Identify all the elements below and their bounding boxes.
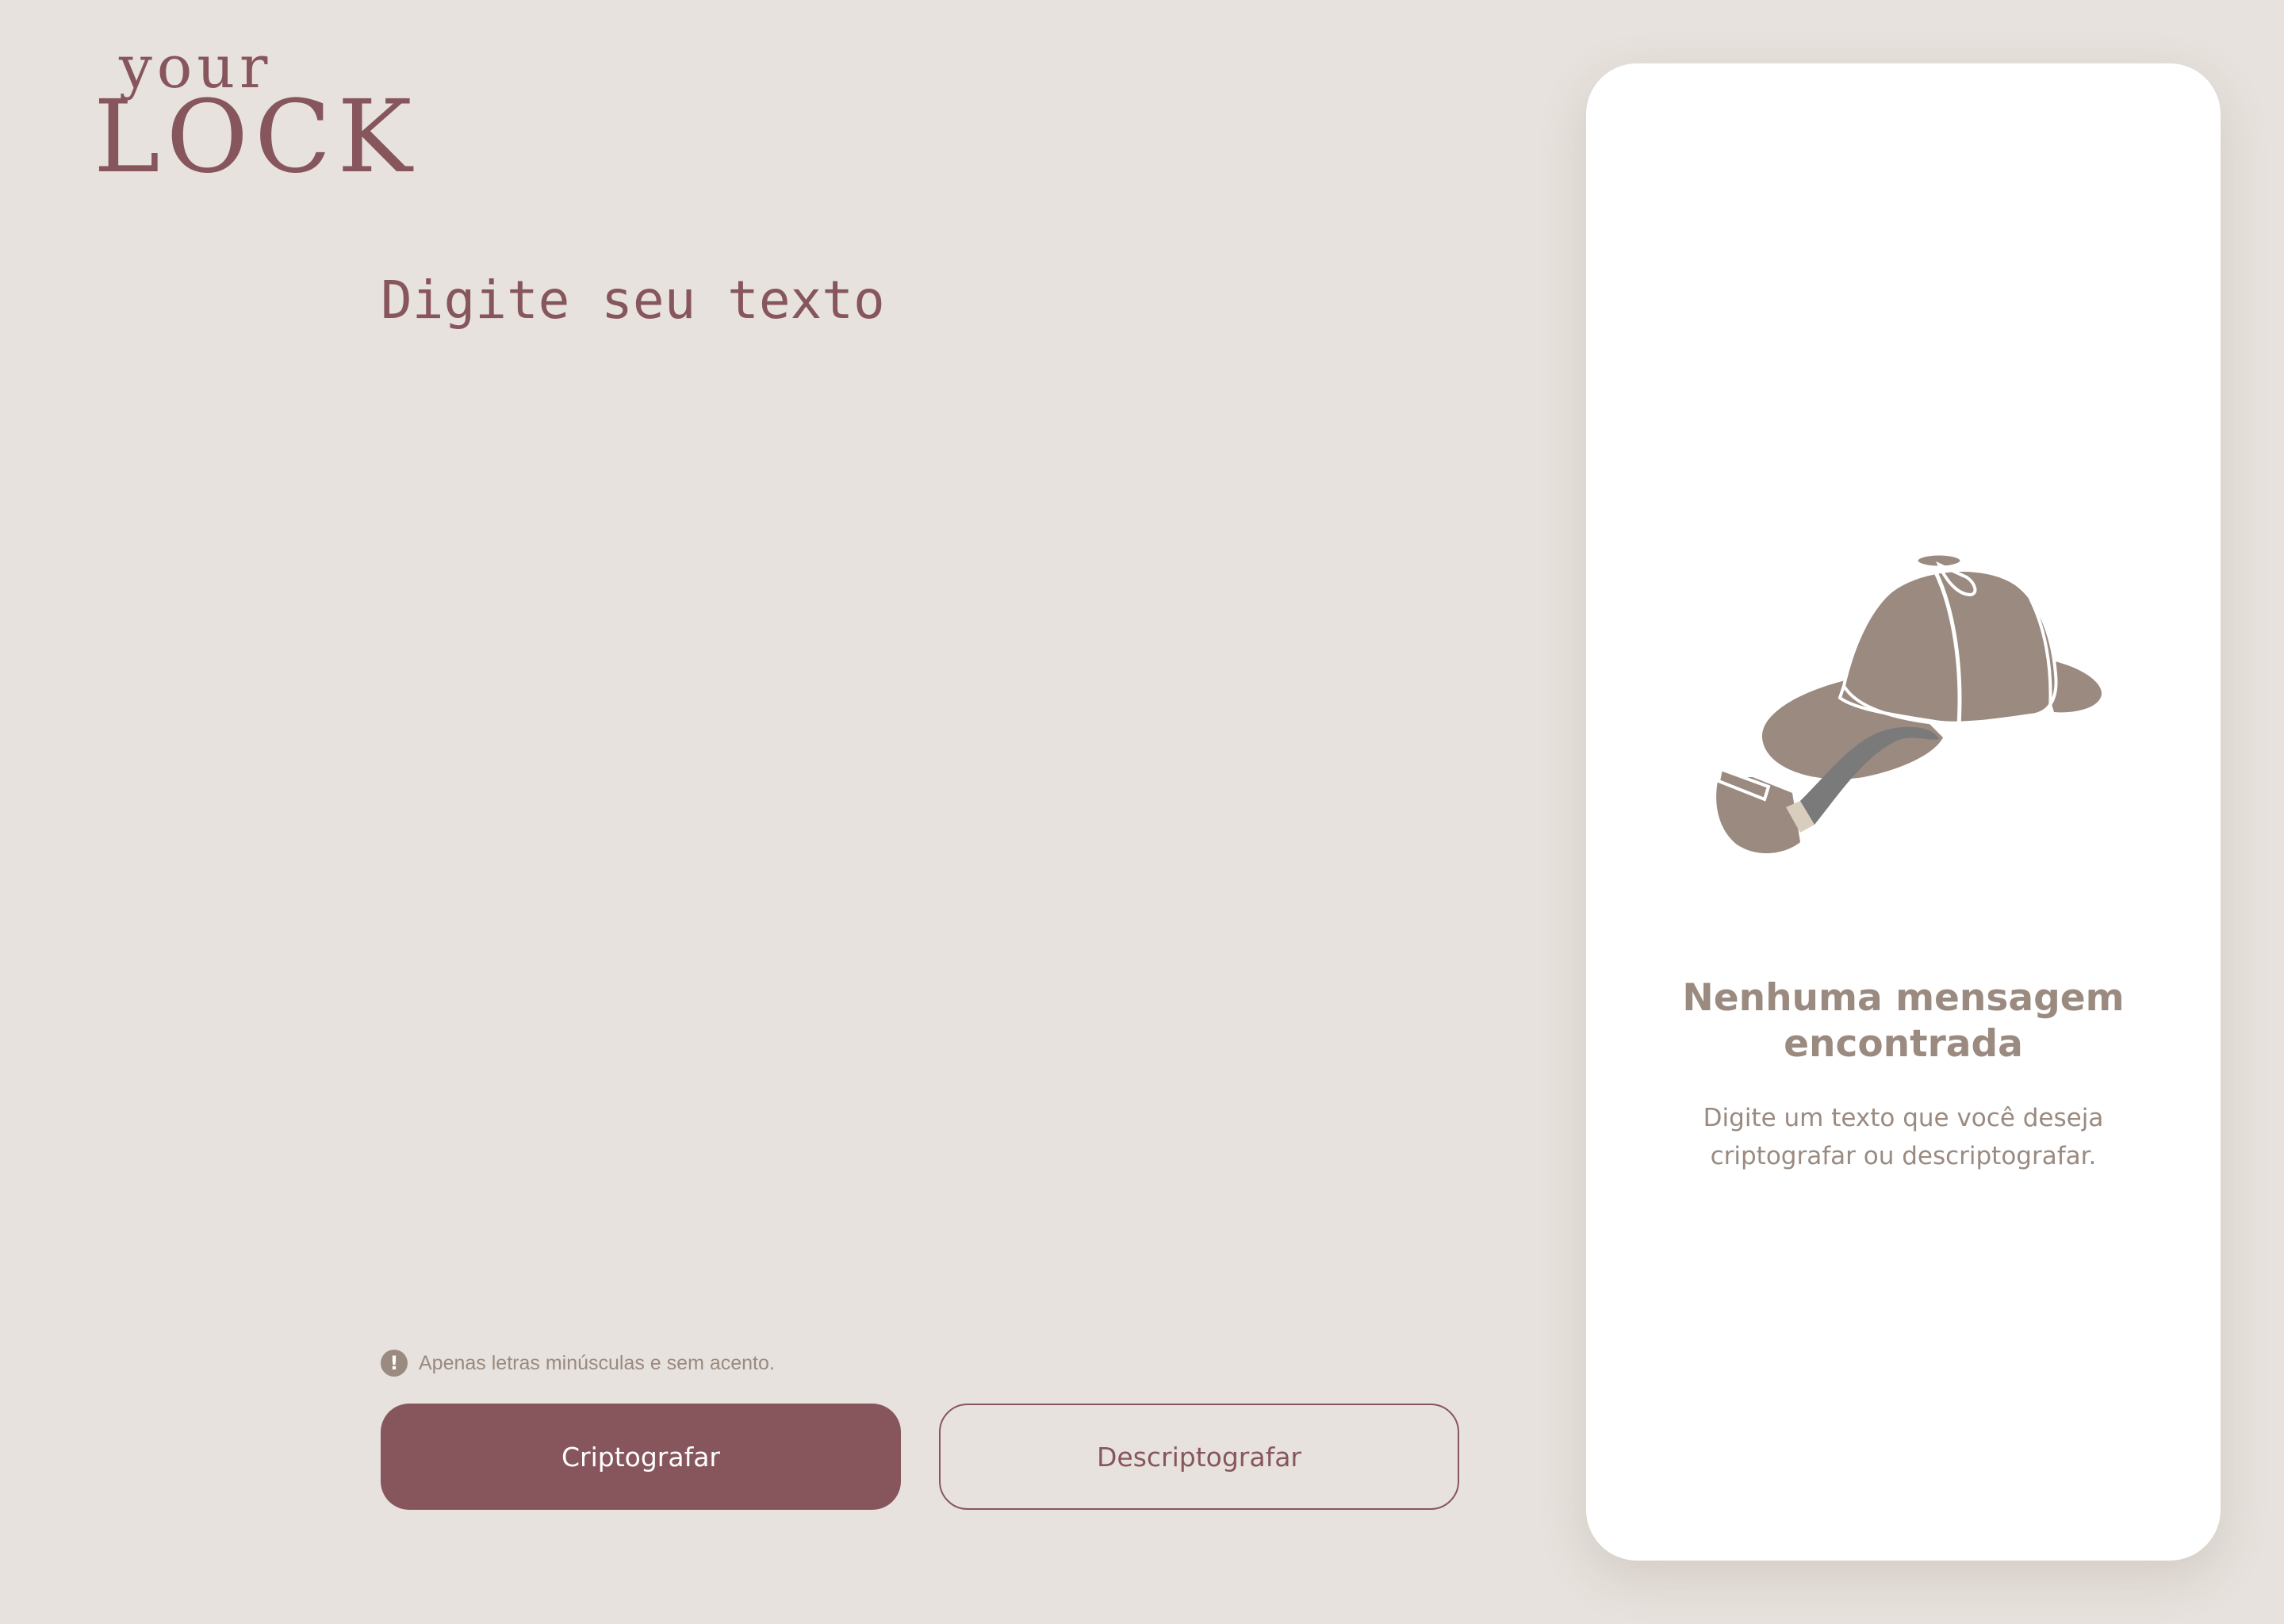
logo-lock-text: LOCK (94, 79, 419, 195)
exclamation-icon: ! (381, 1350, 408, 1377)
detective-hat-and-pipe-illustration (1716, 553, 2102, 854)
text-input[interactable] (381, 270, 1459, 1261)
encrypt-button[interactable]: Criptografar (381, 1404, 901, 1510)
decrypt-button[interactable]: Descriptografar (939, 1404, 1459, 1510)
output-card: Nenhuma mensagem encontrada Digite um te… (1586, 63, 2221, 1561)
hint: ! Apenas letras minúsculas e sem acento. (381, 1350, 775, 1377)
empty-state-title: Nenhuma mensagem encontrada (1682, 976, 2125, 1066)
hat-crown (1838, 568, 2058, 725)
hint-text: Apenas letras minúsculas e sem acento. (419, 1351, 775, 1374)
logo: your LOCK (94, 38, 412, 205)
empty-state-description: Digite um texto que você deseja criptogr… (1703, 1104, 2104, 1170)
